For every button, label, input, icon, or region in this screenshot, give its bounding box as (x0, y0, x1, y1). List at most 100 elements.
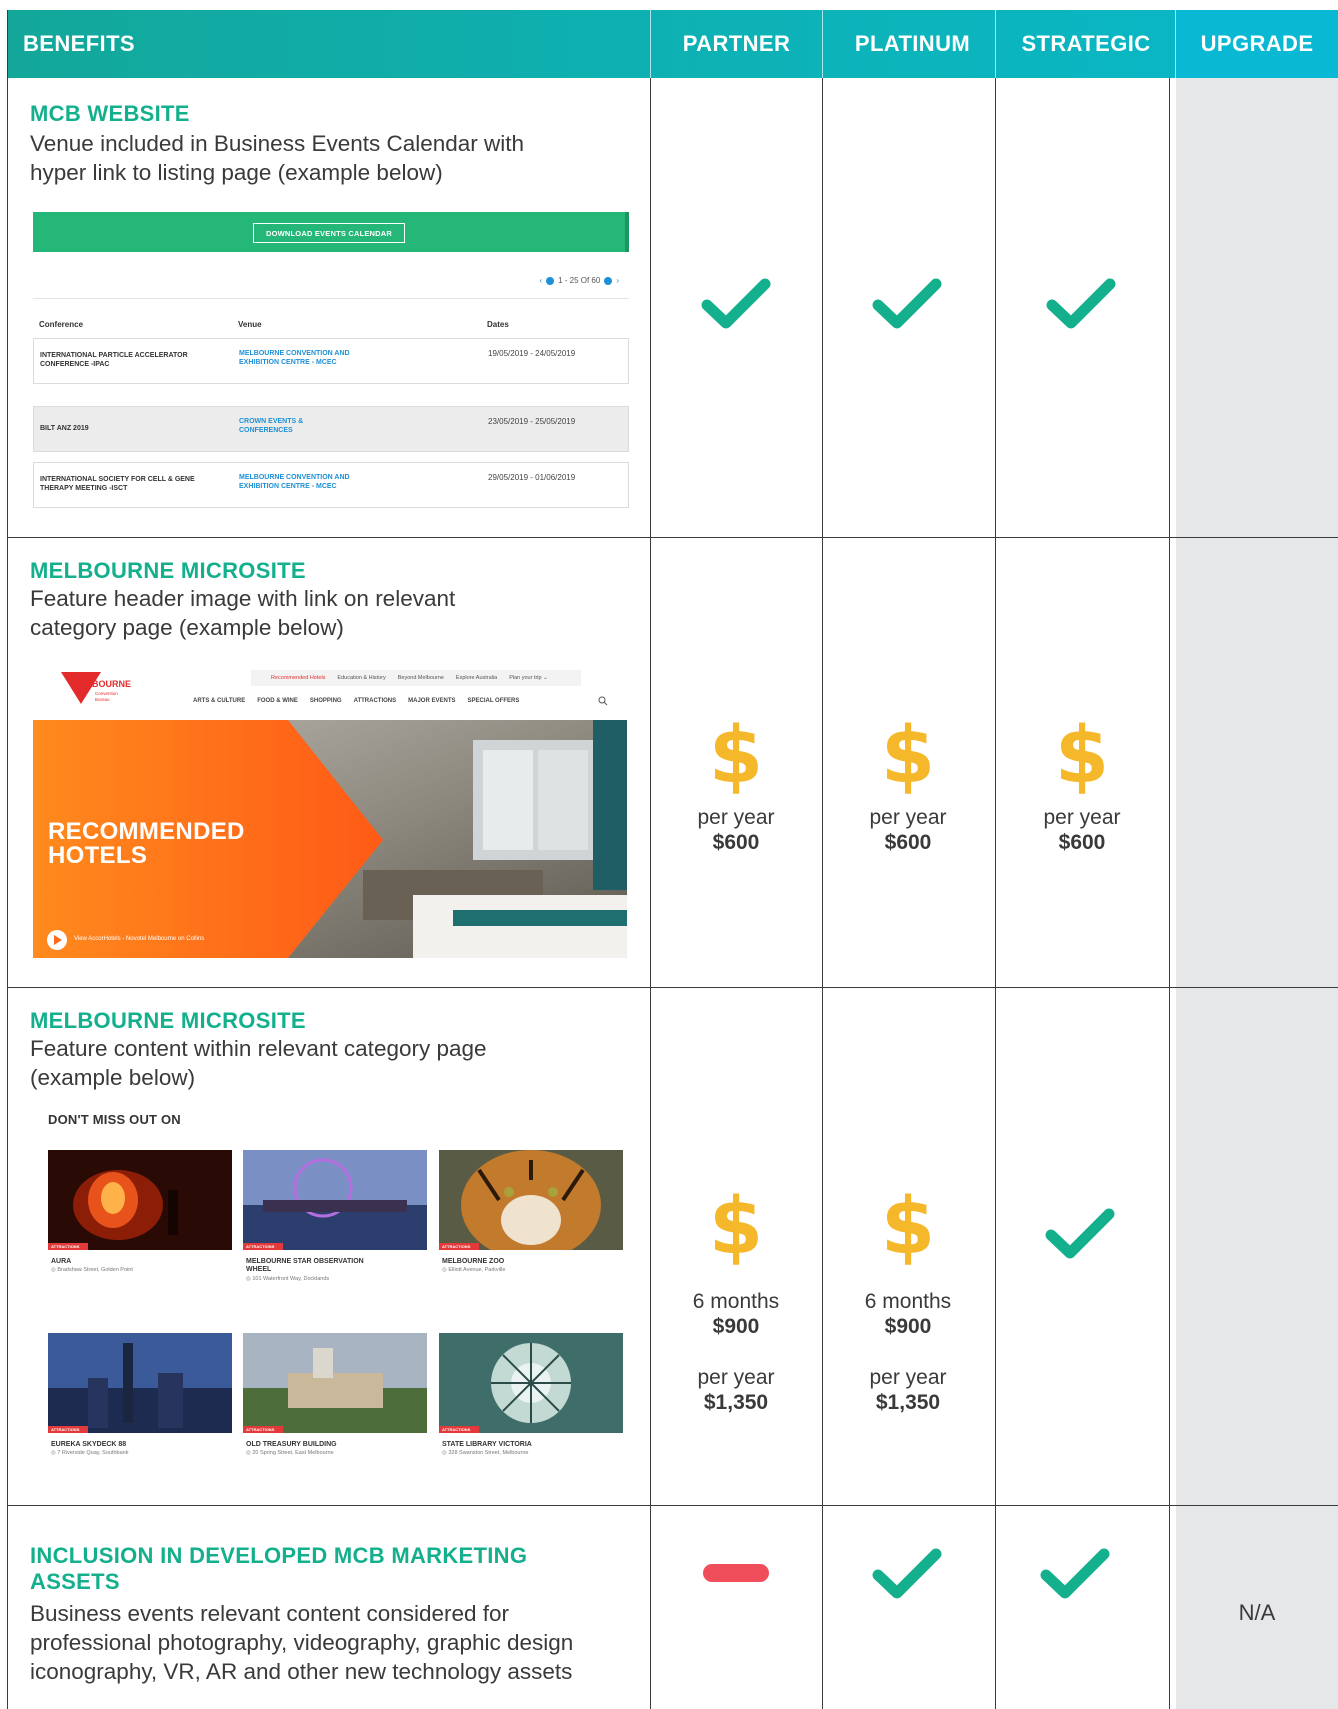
strategic-cell (1046, 276, 1116, 330)
hero-title: RECOMMENDED HOTELS (48, 818, 245, 869)
column-divider (650, 78, 651, 1709)
upgrade-cell: N/A (1238, 1600, 1276, 1625)
platinum-cell: $ per year $600 (869, 711, 947, 854)
pagination-label: 1 - 25 Of 60 (558, 276, 601, 285)
header-partner: PARTNER (682, 31, 791, 56)
nav-shopping[interactable]: SHOPPING (310, 698, 342, 704)
header-platinum: PLATINUM (854, 31, 971, 56)
view-hotel-link[interactable]: View AccorHotels - Novotel Melbourne on … (74, 936, 204, 942)
column-divider (1169, 78, 1170, 1709)
strategic-cell: $ per year $600 (1043, 711, 1121, 854)
nav-major-events[interactable]: MAJOR EVENTS (408, 698, 455, 704)
row-divider (7, 1505, 1338, 1506)
header-upgrade: UPGRADE (1200, 31, 1314, 56)
attractions-tag: ATTRACTIONS (439, 1243, 479, 1250)
divider (33, 298, 629, 299)
nav-plan-your-trip[interactable]: Plan your trip ⌄ (509, 675, 548, 681)
calendar-banner: DOWNLOAD EVENTS CALENDAR (33, 212, 629, 252)
benefit-title-melbourne-microsite: MELBOURNE MICROSITE (30, 1008, 306, 1033)
partner-cell (701, 276, 771, 330)
check-icon (701, 276, 771, 330)
prev-page-dot-icon[interactable] (546, 276, 555, 285)
microsite-header-example: MELBOURNE Convention Bureau Recommended … (33, 660, 627, 958)
dash-icon (703, 1564, 769, 1582)
column-divider (822, 78, 823, 1709)
partner-cell (703, 1564, 769, 1582)
play-icon (54, 935, 62, 945)
main-nav: ARTS & CULTURE FOOD & WINE SHOPPING ATTR… (193, 698, 519, 704)
benefit-title-inclusion-marketing-assets: INCLUSION IN DEVELOPED MCB MARKETING ASS… (30, 1543, 528, 1594)
strategic-cell (1045, 1206, 1115, 1260)
table-header: BENEFITS PARTNER PLATINUM STRATEGIC UPGR… (7, 10, 1338, 78)
check-icon (1045, 1206, 1115, 1260)
dollar-icon: $ (1054, 711, 1110, 801)
table-row[interactable]: INTERNATIONAL SOCIETY FOR CELL & GENE THE… (33, 462, 629, 508)
attractions-tag: ATTRACTIONS (243, 1243, 283, 1250)
dont-miss-out-example: DON'T MISS OUT ON ATTRACTIONS AURA ◎ Bra… (33, 1100, 627, 1470)
partner-cell: $ per year $600 (697, 711, 775, 854)
benefit-description: Feature content within relevant category… (30, 1036, 487, 1090)
dont-miss-out-heading: DON'T MISS OUT ON (48, 1112, 181, 1127)
melbourne-logo-icon: MELBOURNE Convention Bureau (61, 672, 131, 704)
benefit-title-mcb-website: MCB WEBSITE (30, 101, 190, 126)
next-arrow-icon[interactable]: › (616, 276, 619, 285)
dollar-icon: $ (708, 711, 764, 801)
nav-arts-culture[interactable]: ARTS & CULTURE (193, 698, 245, 704)
svg-text:MELBOURNE: MELBOURNE (73, 679, 131, 689)
svg-text:Bureau: Bureau (95, 697, 110, 702)
check-icon (872, 276, 942, 330)
download-events-calendar-button[interactable]: DOWNLOAD EVENTS CALENDAR (253, 223, 405, 243)
table-row[interactable]: BILT ANZ 2019 CROWN EVENTS & CONFERENCES … (33, 406, 629, 452)
partner-cell: $ 6 months $900 per year $1,350 (692, 1182, 780, 1414)
benefit-description: Venue included in Business Events Calend… (30, 131, 525, 185)
next-page-dot-icon[interactable] (604, 276, 613, 285)
eureka-skydeck-image[interactable] (48, 1333, 232, 1433)
dollar-icon: $ (880, 1182, 936, 1272)
platinum-cell: $ 6 months $900 per year $1,350 (864, 1182, 952, 1414)
top-nav: Recommended Hotels Education & History B… (251, 670, 581, 686)
check-icon (872, 1546, 942, 1600)
platinum-cell (872, 276, 942, 330)
benefit-description: Feature header image with link on releva… (30, 586, 456, 640)
state-library-image[interactable] (439, 1333, 623, 1433)
header-benefits: BENEFITS (23, 31, 135, 56)
attractions-tag: ATTRACTIONS (48, 1426, 88, 1433)
row-divider (7, 987, 1338, 988)
nav-recommended-hotels[interactable]: Recommended Hotels (271, 675, 325, 681)
platinum-cell (872, 1546, 942, 1600)
pagination: ‹ 1 - 25 Of 60 › (539, 276, 619, 285)
column-header-venue: Venue (238, 320, 262, 329)
header-strategic: STRATEGIC (1021, 31, 1151, 56)
check-icon (1046, 276, 1116, 330)
benefit-description: Business events relevant content conside… (30, 1601, 574, 1684)
dollar-icon: $ (708, 1182, 764, 1272)
table-border-left (7, 10, 8, 1709)
aura-image[interactable] (48, 1150, 232, 1250)
melbourne-star-image[interactable] (243, 1150, 427, 1250)
strategic-cell (1040, 1546, 1110, 1600)
prev-arrow-icon[interactable]: ‹ (539, 276, 542, 285)
dollar-icon: $ (880, 711, 936, 801)
nav-attractions[interactable]: ATTRACTIONS (354, 698, 397, 704)
upgrade-column-bg (1176, 78, 1338, 1709)
nav-food-wine[interactable]: FOOD & WINE (257, 698, 298, 704)
attractions-tag: ATTRACTIONS (48, 1243, 88, 1250)
melbourne-zoo-image[interactable] (439, 1150, 623, 1250)
attractions-tag: ATTRACTIONS (439, 1426, 479, 1433)
nav-special-offers[interactable]: SPECIAL OFFERS (467, 698, 519, 704)
table-row[interactable]: INTERNATIONAL PARTICLE ACCELERATOR CONFER… (33, 338, 629, 384)
old-treasury-image[interactable] (243, 1333, 427, 1433)
nav-explore-australia[interactable]: Explore Australia (456, 675, 497, 681)
svg-text:Convention: Convention (95, 691, 118, 696)
nav-beyond-melbourne[interactable]: Beyond Melbourne (398, 675, 444, 681)
check-icon (1040, 1546, 1110, 1600)
row-divider (7, 537, 1338, 538)
nav-education-history[interactable]: Education & History (337, 675, 385, 681)
benefit-title-melbourne-microsite: MELBOURNE MICROSITE (30, 558, 306, 583)
column-header-conference: Conference (39, 320, 84, 329)
search-icon[interactable] (598, 696, 608, 706)
column-divider (995, 78, 996, 1709)
attractions-tag: ATTRACTIONS (243, 1426, 283, 1433)
events-calendar-example: DOWNLOAD EVENTS CALENDAR ‹ 1 - 25 Of 60 … (33, 212, 629, 512)
column-header-dates: Dates (487, 320, 509, 329)
